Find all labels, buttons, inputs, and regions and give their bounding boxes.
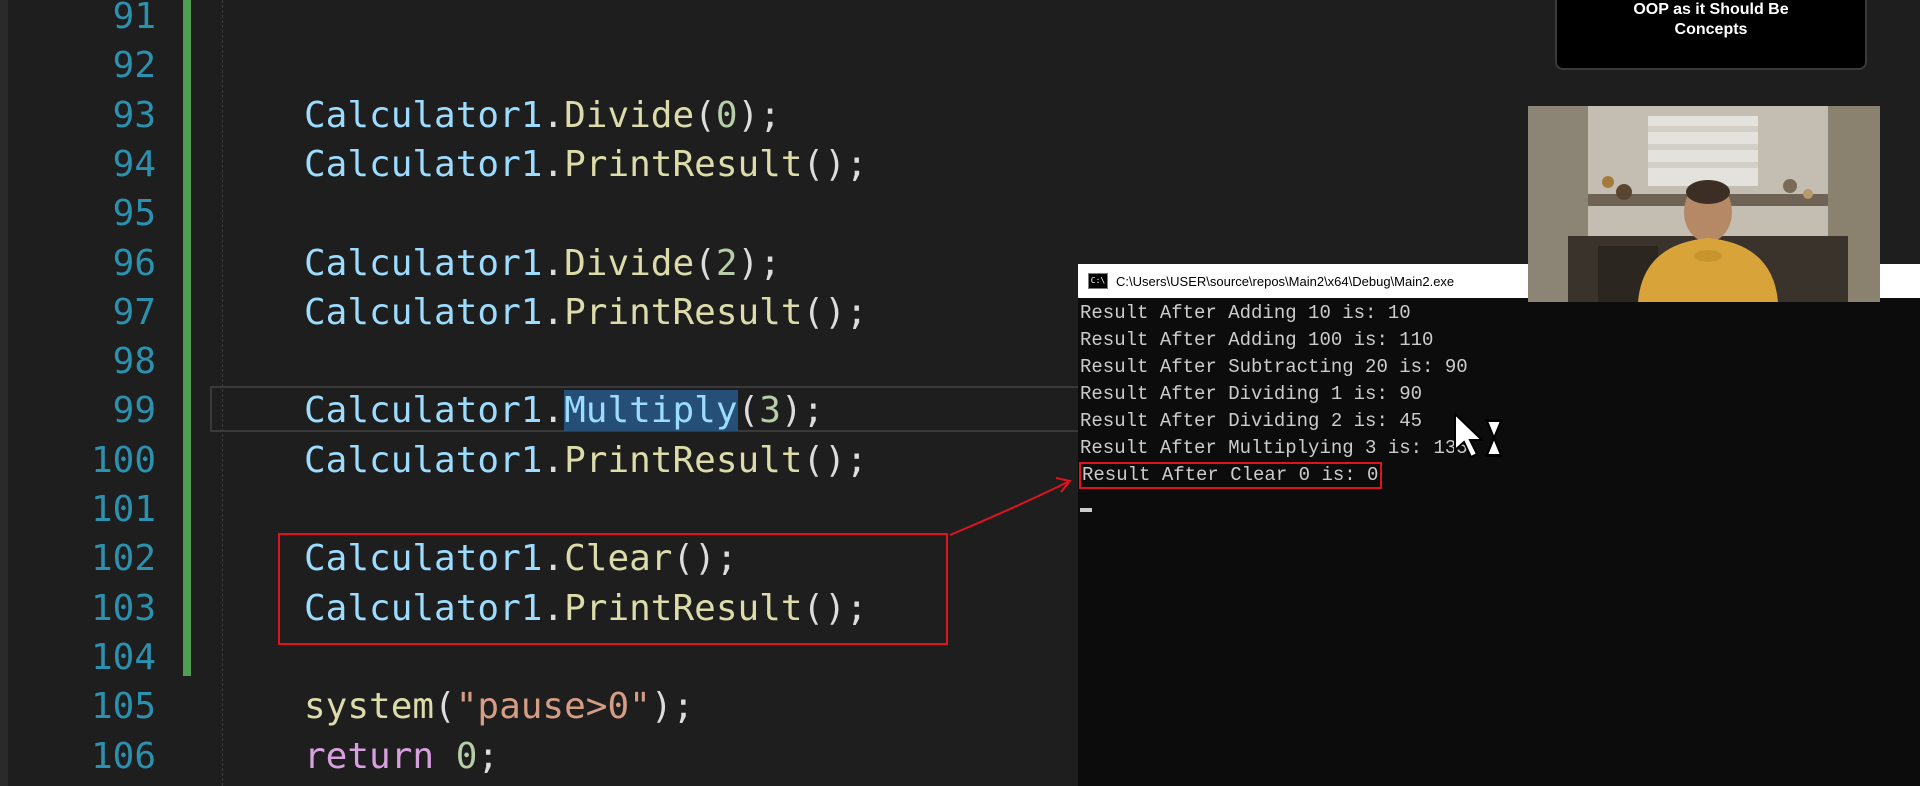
line-number: 104 — [90, 636, 156, 678]
code-token: system — [304, 686, 435, 728]
line-number: 91 — [112, 0, 156, 37]
code-token: ( — [737, 390, 760, 432]
code-token: (); — [802, 143, 868, 185]
code-token: Divide — [564, 94, 695, 136]
code-token: ); — [737, 242, 781, 284]
code-line[interactable]: Calculator1.PrintResult(); — [304, 288, 868, 337]
code-line[interactable]: Calculator1.Divide(2); — [304, 239, 781, 288]
line-number: 95 — [112, 193, 156, 235]
code-line[interactable]: system("pause>0"); — [304, 682, 694, 731]
line-number: 105 — [90, 686, 156, 728]
line-number: 103 — [90, 587, 156, 629]
code-token: 2 — [715, 242, 738, 284]
code-annotation-box — [278, 533, 948, 645]
code-token: 3 — [759, 390, 781, 432]
code-token: return — [304, 735, 435, 777]
presenter-webcam — [1528, 106, 1880, 302]
annotation-arrow — [949, 477, 1072, 536]
course-title-line-2: Concepts — [1674, 21, 1748, 38]
line-number: 101 — [90, 489, 156, 530]
line-number: 106 — [90, 735, 156, 777]
code-token: . — [542, 291, 565, 333]
code-token: ); — [650, 686, 695, 728]
console-line: Result After Adding 10 is: 10 — [1080, 302, 1411, 324]
code-token: 0 — [715, 94, 738, 136]
line-number: 102 — [90, 538, 156, 580]
editor-left-strip — [0, 0, 8, 786]
code-token: Calculator1 — [304, 94, 543, 136]
course-title-line-1: OOP as it Should Be — [1633, 1, 1789, 18]
code-token: Calculator1 — [304, 291, 543, 333]
code-token: Divide — [564, 242, 695, 284]
code-token: ( — [694, 94, 716, 136]
code-token: (); — [802, 439, 868, 481]
console-text-cursor — [1080, 508, 1092, 512]
change-tracking-bar — [183, 0, 191, 676]
code-token: Calculator1 — [304, 390, 543, 432]
code-line[interactable]: Calculator1.PrintResult(); — [304, 140, 868, 189]
code-token: PrintResult — [564, 439, 803, 481]
console-line-highlighted: Result After Clear 0 is: 0 — [1078, 462, 1920, 489]
console-line: Result After Dividing 1 is: 90 — [1080, 383, 1423, 405]
code-token: . — [542, 143, 565, 185]
code-token: ; — [477, 735, 500, 777]
code-token: ); — [780, 390, 825, 432]
code-token: . — [542, 390, 565, 432]
code-token: . — [542, 439, 565, 481]
selected-token: Multiply — [564, 390, 738, 432]
line-number: 96 — [112, 242, 156, 284]
code-token: Calculator1 — [304, 143, 543, 185]
code-token: . — [542, 94, 565, 136]
code-token: 0 — [455, 735, 478, 777]
code-line[interactable]: return 0; — [304, 732, 499, 781]
course-title-card: OOP as it Should Be Concepts — [1555, 0, 1867, 70]
code-token: Calculator1 — [304, 242, 543, 284]
code-token: ( — [694, 242, 716, 284]
code-token: (); — [802, 291, 868, 333]
console-line: Result After Subtracting 20 is: 90 — [1080, 356, 1468, 378]
console-window[interactable]: C:\ C:\Users\USER\source\repos\Main2\x64… — [1078, 264, 1920, 786]
busy-hourglass-icon — [1485, 419, 1503, 457]
line-number: 97 — [112, 291, 156, 333]
console-window-title: C:\Users\USER\source\repos\Main2\x64\Deb… — [1116, 273, 1455, 289]
code-line[interactable]: Calculator1.Divide(0); — [304, 91, 781, 140]
line-number: 94 — [112, 143, 156, 185]
line-number: 92 — [112, 45, 156, 87]
webcam-image — [1528, 106, 1880, 302]
cmd-icon: C:\ — [1088, 273, 1108, 289]
line-number: 98 — [112, 341, 156, 383]
code-token: Calculator1 — [304, 439, 543, 481]
mouse-pointer-icon — [1454, 411, 1485, 459]
code-line[interactable]: Calculator1.Multiply(3); — [304, 386, 824, 435]
console-output: Result After Adding 10 is: 10 Result Aft… — [1078, 300, 1920, 489]
console-line: Result After Adding 100 is: 110 — [1080, 329, 1434, 351]
line-number: 100 — [90, 439, 156, 481]
line-number: 99 — [112, 390, 156, 432]
code-token: ( — [434, 686, 456, 728]
code-line[interactable]: Calculator1.PrintResult(); — [304, 436, 868, 485]
code-token: PrintResult — [564, 291, 803, 333]
code-token: PrintResult — [564, 143, 803, 185]
console-annotation-box: Result After Clear 0 is: 0 — [1079, 462, 1383, 489]
code-token: "pause>0" — [455, 686, 651, 728]
line-number: 93 — [112, 94, 156, 136]
code-token: . — [542, 242, 565, 284]
code-token: ); — [737, 94, 781, 136]
